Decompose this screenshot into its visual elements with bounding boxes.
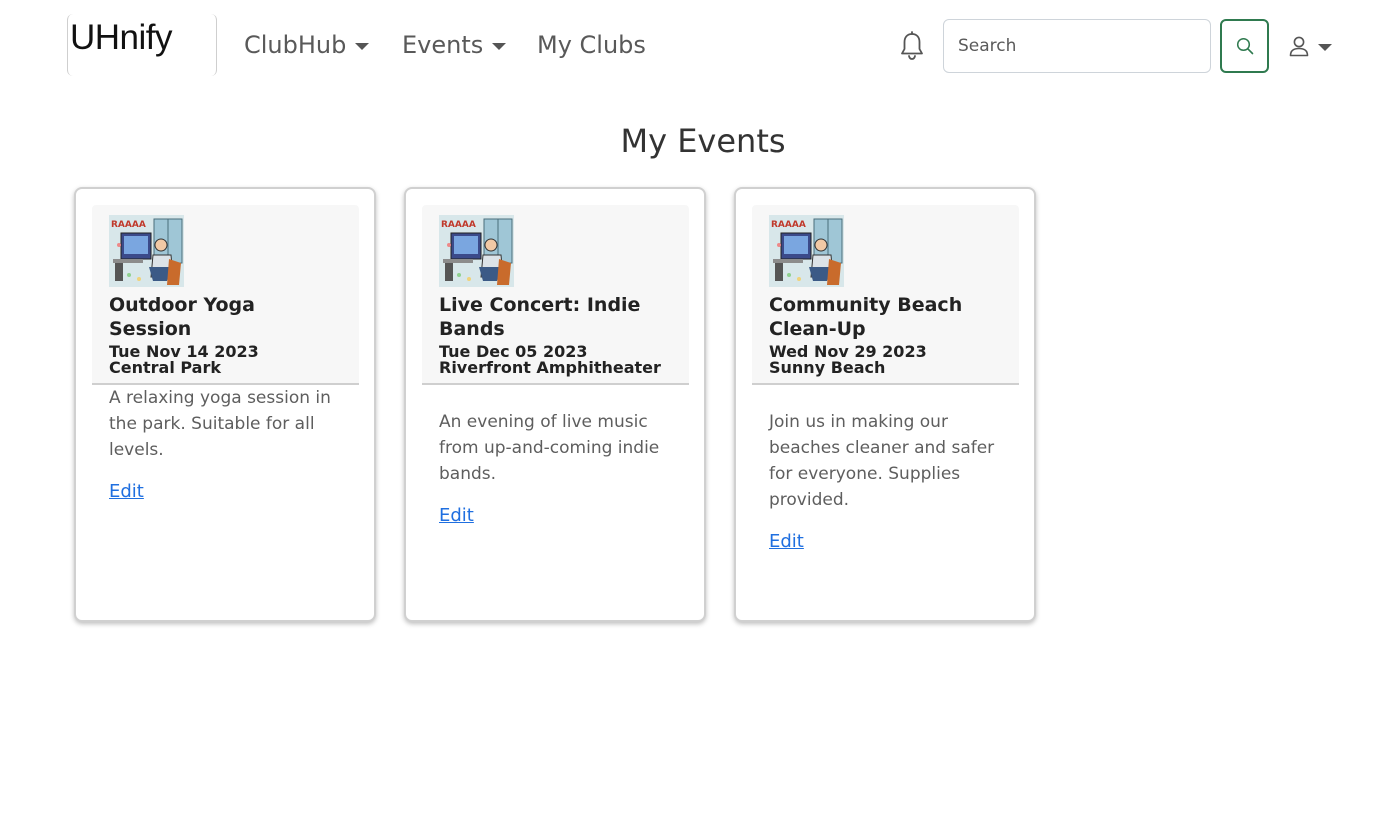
svg-text:RAAAA: RAAAA bbox=[441, 220, 476, 230]
search-button[interactable] bbox=[1220, 19, 1269, 73]
event-card-header: RAAAA Community Beach Clean-Up Wed Nov 2… bbox=[752, 205, 1019, 385]
event-card-header: RAAAA Live Concert: Indie Bands Tue Dec … bbox=[422, 205, 689, 385]
chevron-down-icon bbox=[492, 42, 507, 50]
top-navbar: UHnify ClubHub Events My Clubs bbox=[0, 0, 1386, 92]
chevron-down-icon bbox=[355, 42, 370, 50]
bell-icon[interactable] bbox=[899, 31, 925, 61]
event-title: Community Beach Clean-Up bbox=[769, 294, 963, 340]
event-description: An evening of live music from up-and-com… bbox=[439, 412, 660, 484]
event-card: RAAAA Live Concert: Indie Bands Tue Dec … bbox=[404, 187, 706, 622]
event-description: Join us in making our beaches cleaner an… bbox=[769, 412, 995, 510]
search-input[interactable] bbox=[943, 19, 1211, 73]
nav-clubhub-label: ClubHub bbox=[244, 31, 347, 59]
edit-event-link[interactable]: Edit bbox=[769, 531, 804, 552]
edit-event-link[interactable]: Edit bbox=[109, 481, 144, 502]
nav-clubhub-dropdown[interactable]: ClubHub bbox=[244, 28, 370, 62]
event-card: RAAAA Community Beach Clean-Up Wed Nov 2… bbox=[734, 187, 1036, 622]
event-thumbnail-image: RAAAA bbox=[439, 215, 514, 287]
nav-my-clubs-label: My Clubs bbox=[537, 31, 646, 59]
event-card-body: Join us in making our beaches cleaner an… bbox=[769, 409, 1009, 552]
chevron-down-icon bbox=[1318, 43, 1332, 51]
event-card-header: RAAAA Outdoor Yoga Session Tue Nov 14 20… bbox=[92, 205, 359, 385]
edit-event-link[interactable]: Edit bbox=[439, 505, 474, 526]
event-card-body: A relaxing yoga session in the park. Sui… bbox=[109, 385, 349, 502]
event-thumbnail-image: RAAAA bbox=[109, 215, 184, 287]
event-location: Central Park bbox=[109, 358, 221, 377]
page-title: My Events bbox=[620, 122, 786, 160]
nav-my-clubs-link[interactable]: My Clubs bbox=[537, 28, 646, 62]
event-thumbnail-image: RAAAA bbox=[769, 215, 844, 287]
user-menu-dropdown[interactable] bbox=[1288, 32, 1336, 60]
event-card-body: An evening of live music from up-and-com… bbox=[439, 409, 679, 526]
svg-text:RAAAA: RAAAA bbox=[771, 220, 806, 230]
nav-events-label: Events bbox=[402, 31, 484, 59]
search-icon bbox=[1236, 37, 1253, 55]
brand-name[interactable]: UHnify bbox=[70, 18, 173, 58]
event-title: Outdoor Yoga Session bbox=[109, 294, 255, 340]
brand-logo[interactable]: UHnify bbox=[67, 14, 217, 76]
event-location: Sunny Beach bbox=[769, 358, 886, 377]
nav-events-dropdown[interactable]: Events bbox=[402, 28, 507, 62]
event-description: A relaxing yoga session in the park. Sui… bbox=[109, 388, 331, 460]
event-title: Live Concert: Indie Bands bbox=[439, 294, 641, 340]
event-card: RAAAA Outdoor Yoga Session Tue Nov 14 20… bbox=[74, 187, 376, 622]
user-icon bbox=[1289, 36, 1309, 57]
svg-text:RAAAA: RAAAA bbox=[111, 220, 146, 230]
event-location: Riverfront Amphitheater bbox=[439, 358, 661, 377]
